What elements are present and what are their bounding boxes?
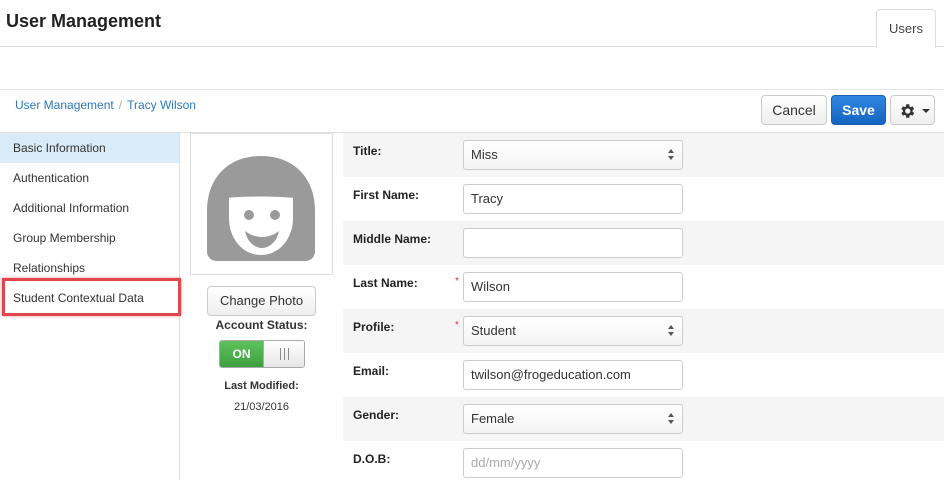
settings-dropdown-button[interactable] [890, 95, 935, 125]
tab-users[interactable]: Users [876, 9, 936, 48]
middle-name-label: Middle Name: [353, 232, 432, 246]
sidebar-item-basic-information[interactable]: Basic Information [0, 133, 179, 163]
form-row-dob: D.O.B: dd/mm/yyyy [343, 441, 944, 480]
middle-name-field[interactable] [463, 228, 683, 258]
page-title: User Management [6, 11, 162, 31]
form-row-email: Email: twilson@frogeducation.com [343, 353, 944, 397]
change-photo-button[interactable]: Change Photo [207, 286, 316, 316]
email-field[interactable]: twilson@frogeducation.com [463, 360, 683, 390]
toolbar-band [0, 48, 944, 90]
sidebar-item-authentication[interactable]: Authentication [0, 163, 179, 193]
last-name-label: Last Name: [353, 276, 418, 290]
first-name-field[interactable]: Tracy [463, 184, 683, 214]
last-modified-value: 21/03/2016 [233, 401, 290, 413]
first-name-label: First Name: [353, 188, 420, 202]
select-arrows-icon [668, 325, 676, 337]
user-avatar-icon [207, 156, 315, 261]
toggle-handle[interactable] [263, 341, 304, 367]
form-row-gender: Gender: Female [343, 397, 944, 441]
account-status-toggle[interactable]: ON [219, 340, 305, 368]
gender-label: Gender: [353, 408, 400, 422]
gender-value: Female [471, 411, 515, 426]
email-label: Email: [353, 364, 390, 378]
account-status-label: Account Status: [215, 318, 308, 332]
title-label: Title: [353, 144, 382, 158]
profile-label: Profile: [353, 320, 395, 334]
title-value: Miss [471, 147, 498, 162]
breadcrumb: User Management / Tracy Wilson [15, 98, 196, 112]
profile-select[interactable]: Student [463, 316, 683, 346]
highlight-box [2, 278, 181, 316]
form-row-profile: Profile: * Student [343, 309, 944, 353]
form-row-title: Title: Miss [343, 133, 944, 177]
form-row-middle-name: Middle Name: [343, 221, 944, 265]
save-button[interactable]: Save [831, 95, 886, 125]
dob-field[interactable]: dd/mm/yyyy [463, 448, 683, 478]
last-modified-label: Last Modified: [224, 380, 299, 392]
gender-select[interactable]: Female [463, 404, 683, 434]
breadcrumb-separator: / [118, 98, 123, 112]
toggle-on-label: ON [220, 341, 263, 367]
dob-label: D.O.B: [353, 452, 391, 466]
sidebar-item-additional-information[interactable]: Additional Information [0, 193, 179, 223]
sidebar-item-group-membership[interactable]: Group Membership [0, 223, 179, 253]
form-row-last-name: Last Name: * Wilson [343, 265, 944, 309]
gear-icon [901, 104, 915, 118]
breadcrumb-user-management[interactable]: User Management [15, 98, 114, 112]
select-arrows-icon [668, 149, 676, 161]
chevron-down-icon [922, 109, 930, 113]
title-select[interactable]: Miss [463, 140, 683, 170]
last-name-field[interactable]: Wilson [463, 272, 683, 302]
profile-value: Student [471, 323, 516, 338]
avatar [190, 133, 333, 275]
required-marker: * [455, 320, 459, 331]
cancel-button[interactable]: Cancel [761, 95, 827, 125]
form-row-first-name: First Name: Tracy [343, 177, 944, 221]
select-arrows-icon [668, 413, 676, 425]
app-header: User Management Users [0, 0, 944, 48]
required-marker: * [455, 276, 459, 287]
breadcrumb-current-user[interactable]: Tracy Wilson [127, 98, 196, 112]
